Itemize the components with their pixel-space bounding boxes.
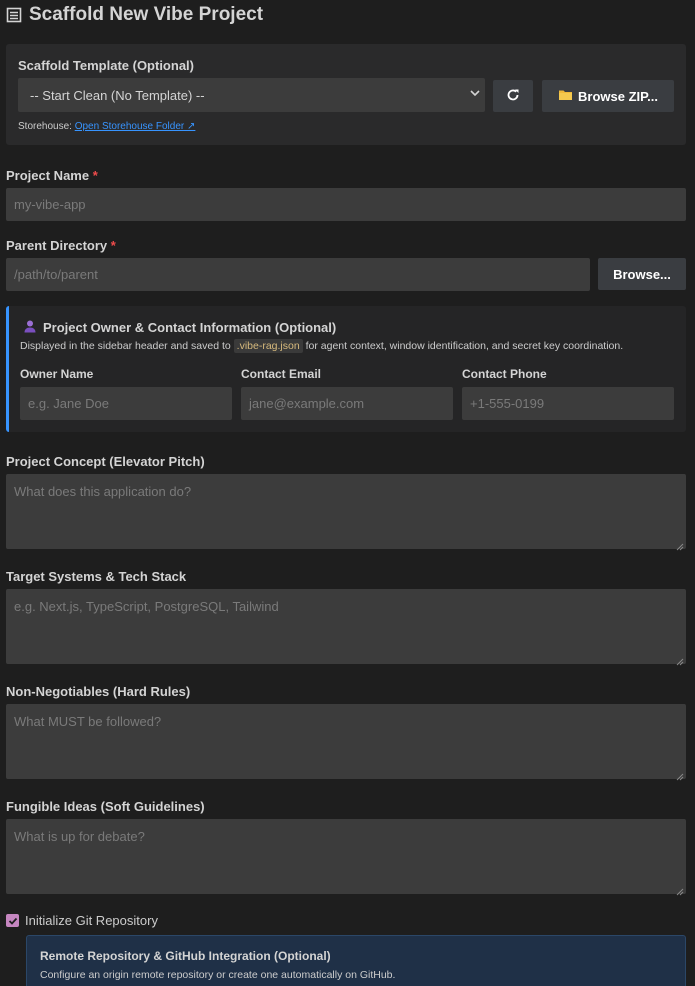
refresh-templates-button[interactable] (493, 80, 533, 112)
init-git-label: Initialize Git Repository (25, 913, 158, 928)
init-git-checkbox[interactable] (6, 914, 19, 927)
contact-email-input[interactable]: jane@example.com (241, 387, 453, 420)
document-icon (6, 7, 22, 23)
parent-directory-placeholder: /path/to/parent (14, 267, 98, 282)
parent-directory-label: Parent Directory * (6, 238, 116, 253)
scaffold-template-label: Scaffold Template (Optional) (18, 58, 194, 73)
checkmark-icon (8, 917, 17, 925)
refresh-icon (506, 88, 520, 105)
owner-panel-title-text: Project Owner & Contact Information (Opt… (43, 320, 337, 335)
tech-stack-label: Target Systems & Tech Stack (6, 569, 187, 584)
scaffold-template-panel: Scaffold Template (Optional) -- Start Cl… (6, 44, 686, 145)
remote-repository-title: Remote Repository & GitHub Integration (… (40, 949, 331, 963)
project-name-label: Project Name * (6, 168, 98, 183)
parent-directory-input[interactable]: /path/to/parent (6, 258, 590, 291)
resize-grip-icon[interactable] (676, 654, 684, 666)
page-title: Scaffold New Vibe Project (6, 4, 263, 26)
browse-zip-button[interactable]: Browse ZIP... (542, 80, 674, 112)
browse-directory-label: Browse... (613, 266, 671, 282)
contact-email-placeholder: jane@example.com (249, 396, 365, 411)
project-name-placeholder: my-vibe-app (14, 197, 86, 212)
project-concept-label: Project Concept (Elevator Pitch) (6, 454, 205, 469)
config-filename: .vibe-rag.json (233, 339, 303, 353)
hard-rules-placeholder: What MUST be followed? (14, 714, 162, 729)
chevron-down-icon (469, 87, 481, 99)
owner-name-label: Owner Name (20, 367, 94, 381)
tech-stack-placeholder: e.g. Next.js, TypeScript, PostgreSQL, Ta… (14, 599, 279, 614)
contact-phone-placeholder: +1-555-0199 (470, 396, 545, 411)
storehouse-row: Storehouse: Open Storehouse Folder ↗ (18, 121, 195, 132)
project-name-input[interactable]: my-vibe-app (6, 188, 686, 221)
folder-icon (558, 88, 573, 104)
owner-desc-text: for agent context, window identification… (305, 340, 624, 352)
owner-desc-text: Displayed in the sidebar header and save… (20, 340, 231, 352)
remote-repository-description: Configure an origin remote repository or… (40, 969, 396, 981)
required-marker: * (92, 168, 98, 183)
required-marker: * (110, 238, 116, 253)
owner-panel-description: Displayed in the sidebar header and save… (20, 339, 624, 353)
soft-guidelines-textarea[interactable]: What is up for debate? (6, 819, 686, 896)
contact-email-label: Contact Email (241, 367, 322, 381)
project-name-label-text: Project Name (6, 168, 90, 183)
soft-guidelines-label: Fungible Ideas (Soft Guidelines) (6, 799, 205, 814)
scaffold-template-value: -- Start Clean (No Template) -- (30, 87, 205, 103)
page-title-text: Scaffold New Vibe Project (29, 4, 264, 25)
hard-rules-textarea[interactable]: What MUST be followed? (6, 704, 686, 781)
scaffold-template-select[interactable]: -- Start Clean (No Template) -- (18, 78, 485, 112)
contact-phone-input[interactable]: +1-555-0199 (462, 387, 674, 420)
storehouse-label: Storehouse: (18, 121, 72, 132)
browse-zip-label: Browse ZIP... (578, 88, 658, 104)
owner-panel-title: Project Owner & Contact Information (Opt… (23, 319, 336, 336)
resize-grip-icon[interactable] (676, 539, 684, 551)
project-concept-placeholder: What does this application do? (14, 484, 192, 499)
owner-name-input[interactable]: e.g. Jane Doe (20, 387, 232, 420)
owner-name-placeholder: e.g. Jane Doe (28, 396, 109, 411)
contact-phone-label: Contact Phone (462, 367, 547, 381)
project-concept-textarea[interactable]: What does this application do? (6, 474, 686, 551)
person-icon (23, 319, 37, 336)
soft-guidelines-placeholder: What is up for debate? (14, 829, 145, 844)
resize-grip-icon[interactable] (676, 769, 684, 781)
parent-directory-label-text: Parent Directory (6, 238, 108, 253)
browse-directory-button[interactable]: Browse... (598, 258, 686, 290)
remote-repository-panel: Remote Repository & GitHub Integration (… (26, 935, 686, 986)
init-git-row[interactable]: Initialize Git Repository (6, 913, 158, 928)
hard-rules-label: Non-Negotiables (Hard Rules) (6, 684, 191, 699)
owner-contact-panel: Project Owner & Contact Information (Opt… (6, 306, 686, 432)
resize-grip-icon[interactable] (676, 884, 684, 896)
tech-stack-textarea[interactable]: e.g. Next.js, TypeScript, PostgreSQL, Ta… (6, 589, 686, 666)
open-storehouse-link[interactable]: Open Storehouse Folder ↗ (75, 121, 196, 132)
